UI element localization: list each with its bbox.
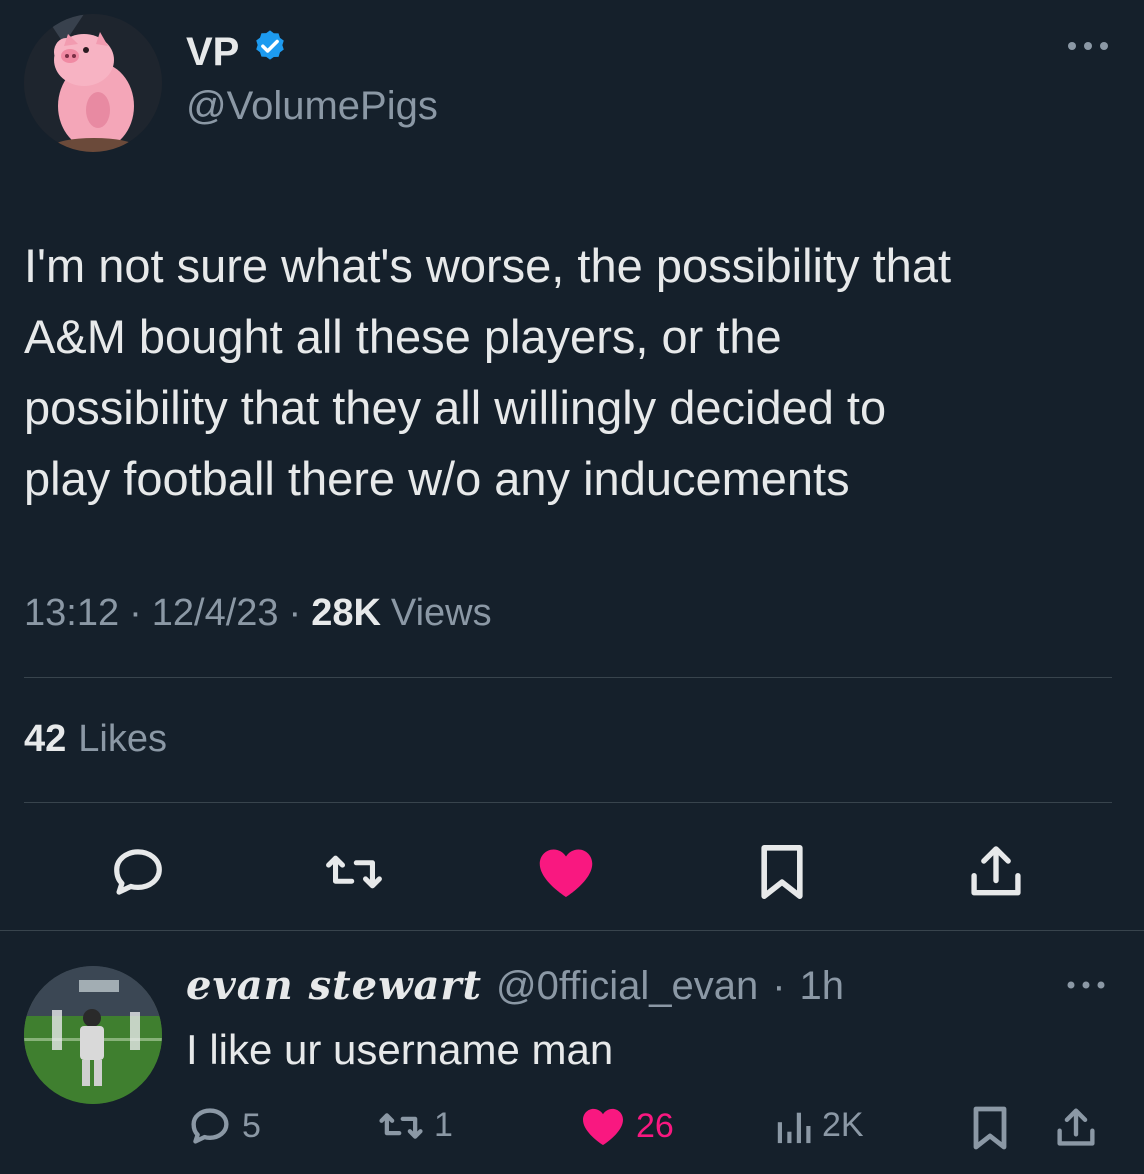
views-chart-icon [777,1112,811,1143]
like-button[interactable] [536,842,596,902]
reply-handle[interactable]: @0fficial_evan [496,964,758,1009]
bookmark-icon [761,845,803,899]
share-button[interactable] [966,842,1026,902]
reply-share-button[interactable] [1056,1106,1096,1150]
retweet-button[interactable] [324,842,384,902]
reply-views-button[interactable]: 2K [774,1106,864,1145]
share-icon [971,846,1021,896]
tweet-text: I'm not sure what's worse, the possibili… [24,239,952,505]
divider [24,677,1112,678]
tweet-meta: 13:12 · 12/4/23 · 28K Views [24,592,492,635]
user-handle[interactable]: @VolumePigs [186,84,438,129]
tweet-date[interactable]: 12/4/23 [152,592,279,635]
reply-button[interactable] [108,842,168,902]
reply-timestamp[interactable]: 1h [800,964,845,1009]
heart-icon [583,1108,623,1146]
retweet-icon [379,1112,423,1139]
bookmark-button[interactable] [752,842,812,902]
tweet-time[interactable]: 13:12 [24,592,119,635]
share-icon [1057,1108,1095,1146]
separator: · [288,592,302,634]
reply-count: 5 [242,1106,261,1145]
heart-icon [539,849,593,897]
reply-icon [191,1108,229,1144]
bookmark-icon [973,1106,1007,1150]
display-name[interactable]: VP [186,30,239,75]
like-count: 26 [636,1106,674,1145]
likes-summary[interactable]: 42 Likes [24,718,167,761]
reply-display-name[interactable]: evan stewart [186,962,482,1009]
avatar[interactable] [24,14,162,152]
divider [24,802,1112,803]
reply-text: I like ur username man [186,1026,614,1073]
views-count: 2K [822,1106,864,1144]
views-count: 28K [311,592,381,634]
retweet-icon [326,855,382,889]
verified-badge-icon [251,28,289,76]
football-player-avatar-image [24,966,162,1104]
retweet-count: 1 [434,1106,453,1144]
reply-retweet-button[interactable]: 1 [378,1106,453,1145]
reply-header: evan stewart @0fficial_evan · 1h [186,962,844,1009]
reply-more-options-icon[interactable] [1064,978,1108,997]
likes-count[interactable]: 42 [24,718,66,761]
likes-label[interactable]: Likes [78,718,167,761]
views-label: Views [390,592,492,634]
pig-avatar-image [24,14,162,152]
display-name-row[interactable]: VP [186,28,289,76]
reply-like-button[interactable]: 26 [580,1106,674,1146]
divider [0,930,1144,931]
separator: · [772,964,786,1008]
reply-reply-button[interactable]: 5 [188,1106,261,1146]
reply-bookmark-button[interactable] [972,1106,1008,1150]
more-options-icon[interactable] [1064,38,1112,59]
reply-icon [114,849,162,895]
separator: · [129,592,142,634]
reply-avatar[interactable] [24,966,162,1104]
